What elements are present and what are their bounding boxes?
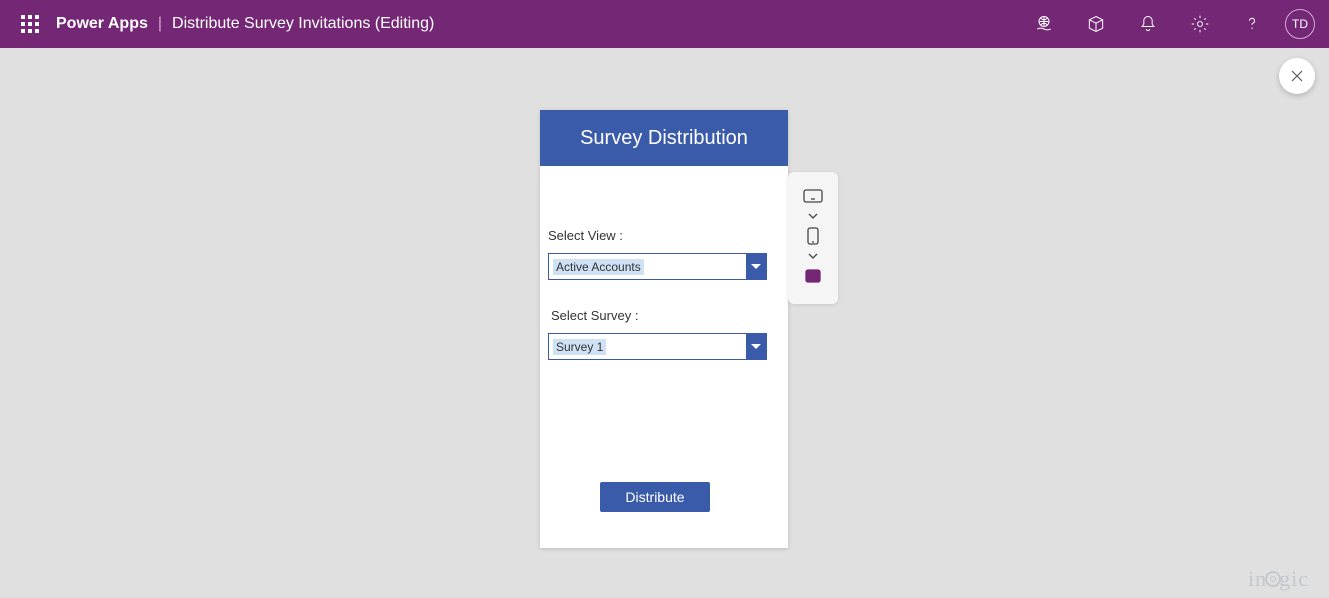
close-icon (1289, 68, 1305, 84)
phone-icon (807, 227, 819, 245)
select-view-value-area: Active Accounts (549, 254, 746, 279)
select-survey-dropdown[interactable]: Survey 1 (548, 333, 767, 360)
select-view-dropdown[interactable]: Active Accounts (548, 253, 767, 280)
globe-hand-icon (1034, 14, 1054, 34)
notifications-button[interactable] (1125, 0, 1171, 48)
phone-expand-button[interactable] (798, 250, 828, 262)
page-title: Distribute Survey Invitations (Editing) (172, 15, 434, 33)
chevron-down-icon (808, 253, 818, 259)
select-view-label: Select View : (548, 228, 780, 243)
watermark-text-2: gic (1279, 566, 1309, 591)
tablet-preview-button[interactable] (798, 186, 828, 206)
environment-button[interactable] (1021, 0, 1067, 48)
chevron-down-icon (808, 213, 818, 219)
cube-icon (1086, 14, 1106, 34)
select-survey-label: Select Survey : (551, 308, 780, 323)
tablet-icon (803, 189, 823, 203)
watermark-logo-icon (1265, 571, 1281, 587)
bell-icon (1138, 14, 1158, 34)
close-button[interactable] (1279, 58, 1315, 94)
gear-icon (1190, 14, 1210, 34)
select-survey-value-area: Survey 1 (549, 334, 746, 359)
canvas-app-preview: Survey Distribution Select View : Active… (540, 110, 788, 548)
select-view-value: Active Accounts (553, 259, 644, 275)
app-name[interactable]: Power Apps (56, 15, 148, 33)
table-preview-button[interactable] (798, 266, 828, 286)
question-icon (1242, 14, 1262, 34)
select-view-dropdown-arrow[interactable] (746, 254, 766, 279)
phone-preview-button[interactable] (798, 226, 828, 246)
waffle-icon (21, 15, 39, 33)
chevron-down-icon (751, 264, 761, 270)
distribute-button[interactable]: Distribute (600, 482, 710, 512)
help-button[interactable] (1229, 0, 1275, 48)
app-launcher-button[interactable] (10, 0, 50, 48)
chevron-down-icon (751, 344, 761, 350)
select-survey-value: Survey 1 (553, 339, 606, 355)
tablet-expand-button[interactable] (798, 210, 828, 222)
select-survey-dropdown-arrow[interactable] (746, 334, 766, 359)
settings-button[interactable] (1177, 0, 1223, 48)
breadcrumb-divider: | (158, 15, 162, 33)
header-actions: TD (1021, 0, 1319, 48)
user-avatar[interactable]: TD (1285, 9, 1315, 39)
top-bar: Power Apps | Distribute Survey Invitatio… (0, 0, 1329, 48)
watermark: ingic (1248, 566, 1309, 592)
canvas-app-title: Survey Distribution (540, 110, 788, 166)
diagnostics-button[interactable] (1073, 0, 1119, 48)
table-icon (805, 269, 821, 283)
preview-mode-panel (788, 172, 838, 304)
